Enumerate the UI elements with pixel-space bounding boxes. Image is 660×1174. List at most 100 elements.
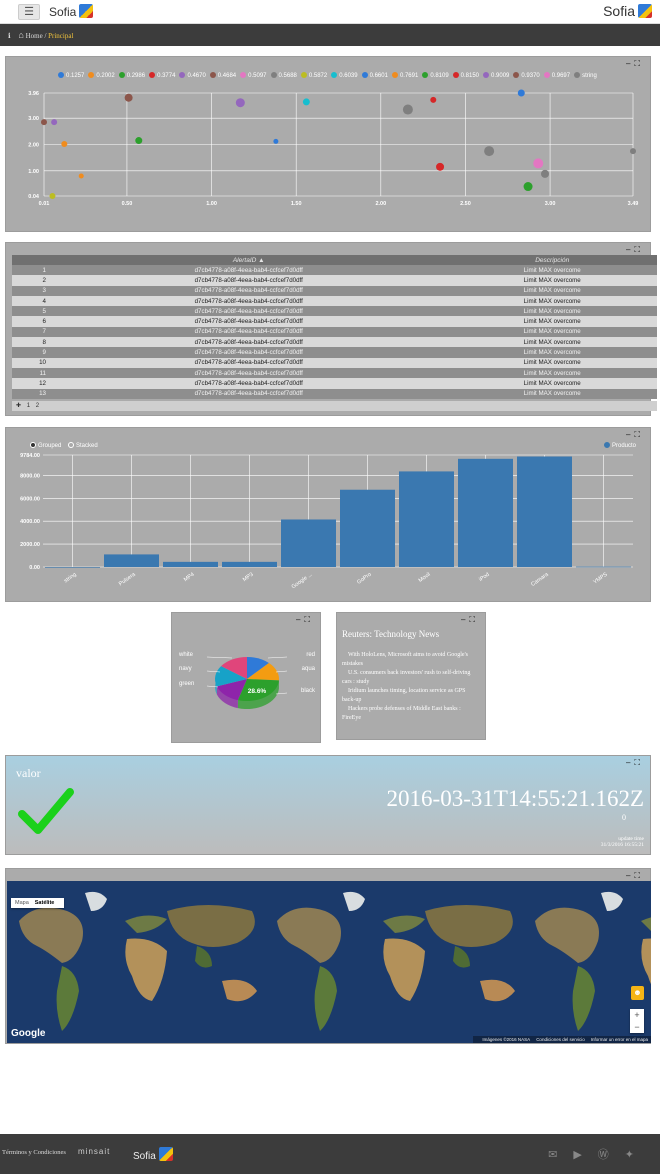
x-tick-label: 1.50 <box>291 201 302 207</box>
y-tick-label: 0.00 <box>29 565 40 571</box>
table-cell: d7cb4778-a08f-4eea-bab4-ccfcef7d0dff <box>50 306 448 317</box>
x-tick-label: 1.00 <box>206 201 217 207</box>
table-row[interactable]: 11 d7cb4778-a08f-4eea-bab4-ccfcef7d0dff Li… <box>12 367 657 379</box>
table-cell: d7cb4778-a08f-4eea-bab4-ccfcef7d0dff <box>50 347 448 358</box>
panel-controls[interactable]: –⛶ <box>461 615 479 625</box>
bar <box>104 554 159 567</box>
news-item[interactable]: Iridium launches timing, location servic… <box>342 687 480 704</box>
table-row[interactable]: 2 d7cb4778-a08f-4eea-bab4-ccfcef7d0dff Lim… <box>12 275 657 286</box>
table-row[interactable]: 3 d7cb4778-a08f-4eea-bab4-ccfcef7d0dff Lim… <box>12 285 657 296</box>
map-type-map[interactable]: Mapa <box>15 900 29 906</box>
table-cell: d7cb4778-a08f-4eea-bab4-ccfcef7d0dff <box>50 316 448 327</box>
panel-controls[interactable]: –⛶ <box>626 245 644 255</box>
menu-button[interactable]: ☰ <box>18 4 40 20</box>
table-cell: d7cb4778-a08f-4eea-bab4-ccfcef7d0dff <box>50 285 448 296</box>
minsait-logo[interactable]: minsait <box>78 1147 110 1156</box>
home-icon[interactable]: ⌂ <box>18 30 23 40</box>
news-item[interactable]: U.S. consumers back investors' rush to s… <box>342 669 480 686</box>
table-cell: Limit MAX overcome <box>447 265 657 276</box>
zoom-in-button[interactable]: + <box>630 1009 644 1021</box>
checkmark-icon <box>18 788 74 834</box>
table-row[interactable]: 5 d7cb4778-a08f-4eea-bab4-ccfcef7d0dff Lim… <box>12 306 657 317</box>
scatter-point <box>533 158 544 169</box>
bar <box>281 519 336 567</box>
column-header[interactable]: Descripción <box>447 255 657 265</box>
satellite-map[interactable]: Mapa Satélite Google ☻ + − Imágenes ©2016… <box>7 881 651 1043</box>
pie-chart: 28.6% white navy green red aqua black <box>178 652 316 709</box>
update-time-value: 31/3/2016 16:55:21 <box>600 842 644 848</box>
table-cell: 7 <box>12 326 50 338</box>
youtube-icon[interactable]: ▶ <box>573 1149 597 1161</box>
zoom-out-button[interactable]: − <box>630 1021 644 1033</box>
news-list: With HoloLens, Microsoft aims to avoid G… <box>342 651 480 723</box>
brand-name: Sofia <box>49 5 77 19</box>
social-links: ✉▶Ⓦ✦ <box>548 1146 650 1162</box>
info-icon[interactable]: ℹ <box>8 32 11 40</box>
map-report-link[interactable]: Informar un error en el mapa <box>591 1037 648 1042</box>
pie-center-label: 28.6% <box>248 688 267 695</box>
y-tick-label: 2000.00 <box>20 542 40 548</box>
table-pager: ✚ 1 2 <box>12 401 657 411</box>
news-item[interactable]: With HoloLens, Microsoft aims to avoid G… <box>342 651 480 668</box>
table-row[interactable]: 13 d7cb4778-a08f-4eea-bab4-ccfcef7d0dff Li… <box>12 388 657 399</box>
pie-slice-label: black <box>301 688 316 694</box>
column-header[interactable]: AlertaID ▲ <box>50 255 448 265</box>
table-row[interactable]: 7 d7cb4778-a08f-4eea-bab4-ccfcef7d0dff Lim… <box>12 326 657 338</box>
bar <box>222 561 277 567</box>
scatter-point <box>135 137 143 145</box>
x-tick-label: 2.50 <box>460 201 471 207</box>
pie-slice-label: aqua <box>302 666 316 672</box>
table-row[interactable]: 4 d7cb4778-a08f-4eea-bab4-ccfcef7d0dff Lim… <box>12 295 657 307</box>
mail-icon[interactable]: ✉ <box>548 1149 573 1161</box>
table-cell: d7cb4778-a08f-4eea-bab4-ccfcef7d0dff <box>50 337 448 348</box>
x-tick-label: Google ... <box>291 571 314 590</box>
table-row[interactable]: 6 d7cb4778-a08f-4eea-bab4-ccfcef7d0dff Lim… <box>12 316 657 327</box>
x-tick-label: Pulsera <box>118 571 137 587</box>
footer-sofia-logo[interactable]: Sofia <box>133 1147 173 1162</box>
brand-logo[interactable]: Sofia <box>49 4 94 19</box>
y-tick-label: 2.00 <box>28 143 39 149</box>
map-type-satellite[interactable]: Satélite <box>35 900 55 906</box>
breadcrumb-current: Principal <box>48 32 74 40</box>
x-tick-label: Movil <box>418 572 432 584</box>
table-cell: Limit MAX overcome <box>447 295 657 307</box>
panel-controls[interactable]: –⛶ <box>626 758 644 768</box>
brand-z-icon <box>79 4 94 18</box>
x-tick-label: Camara <box>530 571 550 588</box>
table-row[interactable]: 10 d7cb4778-a08f-4eea-bab4-ccfcef7d0dff Li… <box>12 357 657 368</box>
map-type-control: Mapa Satélite <box>11 898 65 908</box>
table-row[interactable]: 12 d7cb4778-a08f-4eea-bab4-ccfcef7d0dff Li… <box>12 378 657 389</box>
table-row[interactable]: 8 d7cb4778-a08f-4eea-bab4-ccfcef7d0dff Lim… <box>12 337 657 348</box>
table-row[interactable]: 1 d7cb4778-a08f-4eea-bab4-ccfcef7d0dff Lim… <box>12 265 657 276</box>
x-tick-label: GoPro <box>356 572 372 586</box>
pegman-icon[interactable]: ☻ <box>631 986 644 1000</box>
table-cell: d7cb4778-a08f-4eea-bab4-ccfcef7d0dff <box>50 367 448 379</box>
bar <box>576 566 631 568</box>
pager-page-2[interactable]: 2 <box>36 403 39 409</box>
scatter-point <box>484 146 495 157</box>
terms-link[interactable]: Términos y Condiciones <box>2 1149 66 1156</box>
x-tick-label: 3.49 <box>628 201 639 207</box>
table-cell: 1 <box>12 265 50 276</box>
breadcrumb-home[interactable]: Home <box>26 32 43 40</box>
pie-label-line <box>267 656 288 659</box>
add-icon[interactable]: ✚ <box>16 403 21 409</box>
panel-controls[interactable]: –⛶ <box>626 871 644 881</box>
wordpress-icon[interactable]: Ⓦ <box>598 1149 625 1161</box>
scatter-point <box>51 119 58 126</box>
twitter-icon[interactable]: ✦ <box>625 1149 650 1161</box>
scatter-point <box>124 93 133 102</box>
scatter-point <box>302 98 310 106</box>
alerts-table-panel: –⛶ AlertaID ▲ Descripción 1 d7cb4778-a08f-… <box>5 242 657 416</box>
scatter-point <box>630 148 636 155</box>
table-row[interactable]: 9 d7cb4778-a08f-4eea-bab4-ccfcef7d0dff Lim… <box>12 347 657 358</box>
map-terms-link[interactable]: Condiciones del servicio <box>536 1037 585 1042</box>
scatter-point <box>273 138 279 144</box>
table-cell: Limit MAX overcome <box>447 285 657 296</box>
news-item[interactable]: Hackers probe defenses of Middle East ba… <box>342 705 480 722</box>
x-tick-label: YMPS <box>592 572 608 586</box>
pie-slice-label: white <box>178 652 194 658</box>
pager-page-1[interactable]: 1 <box>27 403 30 409</box>
bar <box>458 458 513 567</box>
table-cell: 4 <box>12 295 50 307</box>
